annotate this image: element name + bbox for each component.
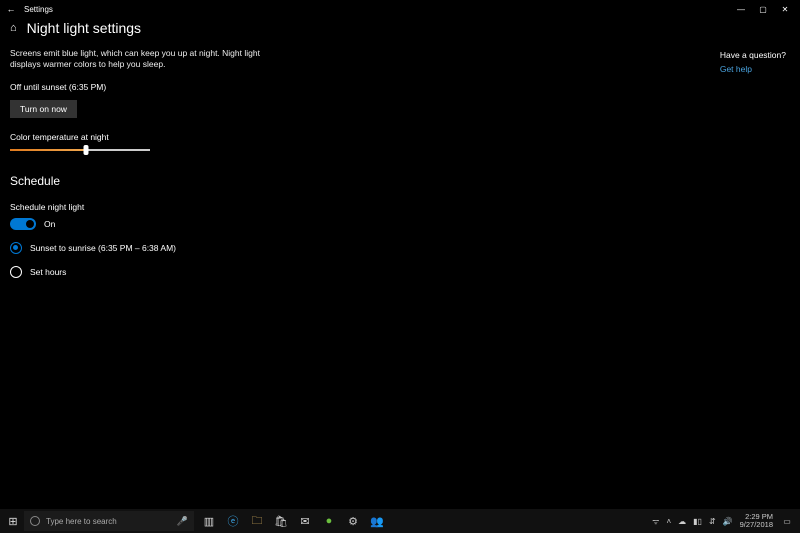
radio-sunset-row[interactable]: Sunset to sunrise (6:35 PM – 6:38 AM) [10,242,530,254]
mail-icon[interactable]: ✉ [294,511,316,531]
schedule-toggle[interactable] [10,218,36,230]
radio-sethours-row[interactable]: Set hours [10,266,530,278]
radio-sunset[interactable] [10,242,22,254]
help-panel: Have a question? Get help [720,42,800,284]
edge-icon[interactable]: ⓔ [222,511,244,531]
status-text: Off until sunset (6:35 PM) [10,82,530,92]
slider-thumb[interactable] [83,145,88,155]
file-explorer-icon[interactable]: 🗀 [246,511,268,531]
app-green-icon[interactable]: ● [318,511,340,531]
radio-sethours[interactable] [10,266,22,278]
close-button[interactable]: ✕ [774,5,796,14]
date-text: 9/27/2018 [740,521,773,529]
schedule-heading: Schedule [10,174,530,188]
slider-rest [86,149,150,151]
schedule-toggle-label: Schedule night light [10,202,530,212]
taskbar-apps: ▥ ⓔ 🗀 🛍 ✉ ● ⚙ 👥 [198,511,388,531]
radio-sunset-label: Sunset to sunrise (6:35 PM – 6:38 AM) [30,243,176,253]
tray-volume-icon[interactable]: 🔊 [723,517,733,526]
teams-icon[interactable]: 👥 [366,511,388,531]
mic-icon[interactable]: 🎤 [177,516,188,527]
action-center-icon[interactable]: ▭ [780,517,794,526]
window-controls: ― ▢ ✕ [730,5,796,14]
settings-icon[interactable]: ⚙ [342,511,364,531]
system-tray: ᯤ ˄ ☁ ▮▯ ⇵ 🔊 2:29 PM 9/27/2018 ▭ [652,513,798,529]
titlebar: ← Settings ― ▢ ✕ [0,0,800,18]
taskbar: ⊞ Type here to search 🎤 ▥ ⓔ 🗀 🛍 ✉ ● ⚙ 👥 … [0,509,800,533]
task-view-icon[interactable]: ▥ [198,511,220,531]
store-icon[interactable]: 🛍 [270,511,292,531]
cortana-icon [30,516,40,526]
description-text: Screens emit blue light, which can keep … [10,48,270,70]
radio-sethours-label: Set hours [30,267,66,277]
tray-battery-icon[interactable]: ▮▯ [693,517,702,526]
start-button[interactable]: ⊞ [2,515,24,528]
turn-on-button[interactable]: Turn on now [10,100,77,118]
maximize-button[interactable]: ▢ [752,5,774,14]
content: Screens emit blue light, which can keep … [0,42,800,284]
tray-cloud-icon[interactable]: ☁ [678,517,686,526]
tray-item-icon[interactable]: ᯤ [652,516,659,527]
minimize-button[interactable]: ― [730,5,752,14]
color-temp-slider[interactable] [10,148,150,152]
color-temp-label: Color temperature at night [10,132,530,142]
search-placeholder: Type here to search [46,517,117,526]
help-question: Have a question? [720,50,786,60]
schedule-toggle-value: On [44,219,55,229]
tray-chevron-icon[interactable]: ˄ [666,517,671,526]
slider-fill [10,149,86,151]
search-box[interactable]: Type here to search 🎤 [24,511,194,531]
main-panel: Screens emit blue light, which can keep … [0,42,540,284]
help-link[interactable]: Get help [720,64,786,74]
home-icon[interactable]: ⌂ [10,22,17,34]
page-header: ⌂ Night light settings [0,18,800,42]
schedule-toggle-row: On [10,218,530,230]
page-title: Night light settings [27,20,141,36]
tray-network-icon[interactable]: ⇵ [709,517,716,526]
clock[interactable]: 2:29 PM 9/27/2018 [740,513,773,529]
window-title: Settings [24,5,53,14]
back-button[interactable]: ← [4,4,18,14]
